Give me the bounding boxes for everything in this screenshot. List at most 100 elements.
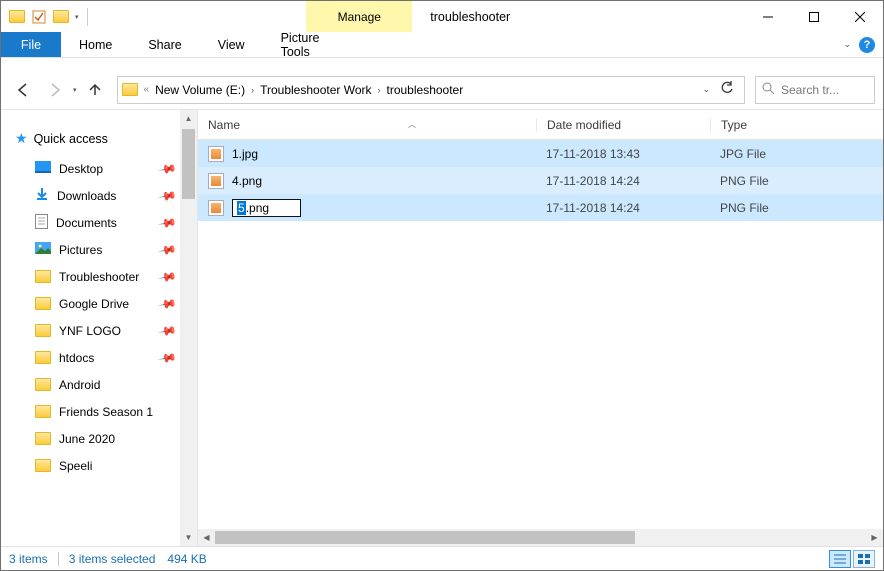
folder-icon [35,405,51,418]
tab-picture-tools[interactable]: Picture Tools [263,32,369,57]
ribbon-expand-icon[interactable]: ⌄ [843,39,851,50]
sort-indicator-icon: ︿ [408,119,416,130]
pin-icon: 📌 [157,185,177,205]
sidebar-item-downloads[interactable]: Downloads📌 [15,182,197,209]
pin-icon: 📌 [157,239,177,259]
explorer-window: ▾ Manage troubleshooter File Home Share … [0,0,884,571]
explorer-icon [9,9,25,25]
address-dropdown-icon[interactable]: ⌄ [702,84,710,95]
view-details-button[interactable] [829,550,851,568]
history-dropdown-icon[interactable]: ▾ [73,86,77,94]
status-bar: 3 items 3 items selected 494 KB [1,546,883,570]
file-date: 17-11-2018 13:43 [536,147,710,161]
breadcrumb-item[interactable]: troubleshooter [387,83,464,97]
sidebar-item-folder[interactable]: Android [15,371,197,398]
navigation-bar: ▾ « New Volume (E:)› Troubleshooter Work… [1,70,883,110]
image-file-icon [208,173,224,189]
file-row-renaming[interactable]: 5.png 17-11-2018 14:24 PNG File [198,194,883,221]
breadcrumb-item[interactable]: Troubleshooter Work› [260,83,380,97]
location-folder-icon [122,82,138,98]
minimize-button[interactable] [745,1,791,32]
folder-icon [35,324,51,337]
image-file-icon [208,146,224,162]
sidebar-item-folder[interactable]: June 2020 [15,425,197,452]
pin-icon: 📌 [157,158,177,178]
breadcrumb-item[interactable]: New Volume (E:)› [155,83,254,97]
folder-icon [35,432,51,445]
scroll-down-icon[interactable]: ▼ [180,529,197,546]
column-date[interactable]: Date modified [536,118,710,132]
file-date: 17-11-2018 14:24 [536,201,710,215]
horizontal-scrollbar[interactable]: ◀ ▶ [198,529,883,546]
file-date: 17-11-2018 14:24 [536,174,710,188]
file-type: PNG File [710,201,883,215]
sidebar-item-folder[interactable]: YNF LOGO📌 [15,317,197,344]
up-button[interactable] [81,76,109,104]
content-pane: Name︿ Date modified Type 1.jpg 17-11-201… [198,110,883,546]
close-button[interactable] [837,1,883,32]
file-row[interactable]: 1.jpg 17-11-2018 13:43 JPG File [198,140,883,167]
sidebar-item-desktop[interactable]: Desktop📌 [15,155,197,182]
window-title: troubleshooter [412,1,528,32]
file-name: 1.jpg [232,147,258,161]
breadcrumb-overflow-icon[interactable]: « [144,84,150,95]
help-icon[interactable]: ? [859,37,875,53]
sidebar-item-folder[interactable]: Google Drive📌 [15,290,197,317]
folder-icon [35,297,51,310]
navigation-pane: ★ Quick access Desktop📌 Downloads📌 Docum… [1,110,198,546]
desktop-icon [35,161,51,176]
forward-button[interactable] [41,76,69,104]
tab-share[interactable]: Share [130,32,199,57]
maximize-button[interactable] [791,1,837,32]
pin-icon: 📌 [157,266,177,286]
address-bar[interactable]: « New Volume (E:)› Troubleshooter Work› … [117,76,745,104]
search-icon [762,82,775,98]
ribbon: File Home Share View Picture Tools ⌄ ? [1,32,883,58]
back-button[interactable] [9,76,37,104]
image-file-icon [208,200,224,216]
sidebar-item-folder[interactable]: Troubleshooter📌 [15,263,197,290]
tab-home[interactable]: Home [61,32,130,57]
chevron-right-icon[interactable]: › [378,85,381,95]
scroll-right-icon[interactable]: ▶ [866,529,883,546]
context-tab-header: Manage [306,1,412,32]
star-icon: ★ [15,130,28,147]
rename-input[interactable]: 5.png [232,199,301,217]
folder-icon [35,351,51,364]
sidebar-item-folder[interactable]: Speeli [15,452,197,479]
scroll-thumb[interactable] [182,129,195,199]
nav-scrollbar[interactable]: ▲ ▼ [180,110,197,546]
pin-icon: 📌 [157,347,177,367]
pin-icon: 📌 [157,320,177,340]
column-type[interactable]: Type [710,118,883,132]
context-tab-label: Manage [338,10,381,24]
sidebar-item-folder[interactable]: htdocs📌 [15,344,197,371]
qat-customize-icon[interactable]: ▾ [75,13,79,21]
status-selection: 3 items selected [69,552,156,566]
status-count: 3 items [9,552,48,566]
folder-icon [35,378,51,391]
scroll-thumb[interactable] [215,531,635,544]
scroll-left-icon[interactable]: ◀ [198,529,215,546]
quick-access-header[interactable]: ★ Quick access [15,122,197,155]
qat-properties-icon[interactable] [31,9,47,25]
file-tab[interactable]: File [1,32,61,57]
qat-newfolder-icon[interactable] [53,9,69,25]
column-name[interactable]: Name︿ [208,118,536,132]
search-box[interactable]: Search tr... [755,76,875,104]
chevron-right-icon[interactable]: › [251,85,254,95]
pin-icon: 📌 [157,293,177,313]
folder-icon [35,459,51,472]
downloads-icon [35,187,49,204]
pin-icon: 📌 [157,212,177,232]
view-thumbnails-button[interactable] [853,550,875,568]
scroll-up-icon[interactable]: ▲ [180,110,197,127]
file-type: JPG File [710,147,883,161]
sidebar-item-folder[interactable]: Friends Season 1 [15,398,197,425]
column-headers: Name︿ Date modified Type [198,110,883,140]
file-row[interactable]: 4.png 17-11-2018 14:24 PNG File [198,167,883,194]
sidebar-item-pictures[interactable]: Pictures📌 [15,236,197,263]
sidebar-item-documents[interactable]: Documents📌 [15,209,197,236]
tab-view[interactable]: View [200,32,263,57]
refresh-icon[interactable] [720,81,734,98]
